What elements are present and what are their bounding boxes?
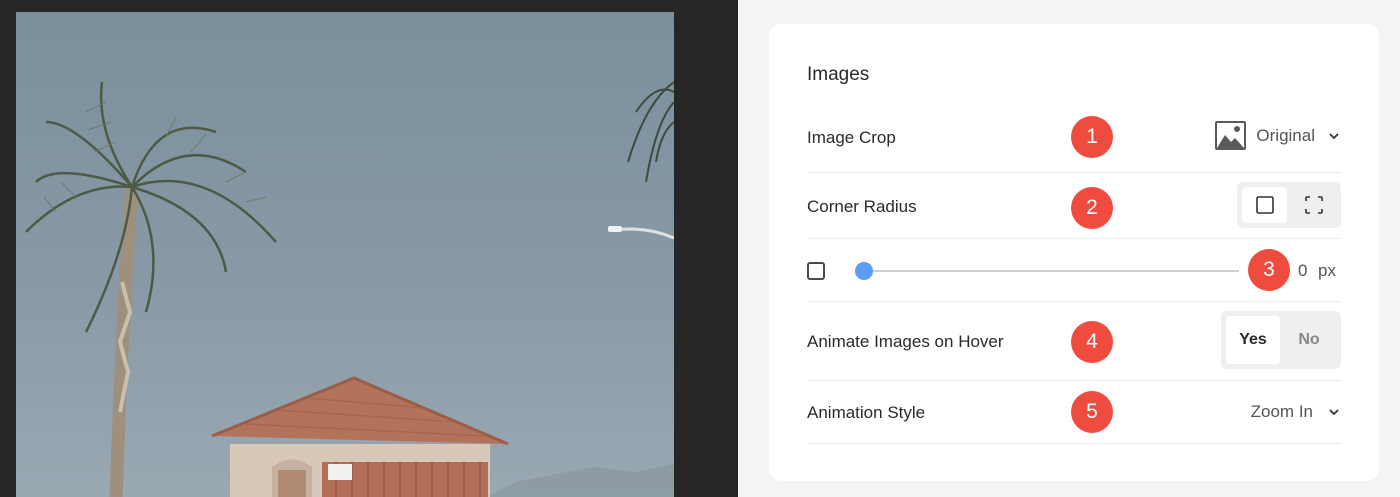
square-corners-button[interactable] — [1242, 187, 1287, 223]
preview-photo — [16, 12, 674, 497]
radius-value[interactable]: 0 — [1298, 261, 1307, 281]
animation-style-value: Zoom In — [1250, 402, 1313, 421]
rounded-corners-icon — [1304, 196, 1323, 214]
animation-style-label: Animation Style — [807, 403, 926, 422]
image-crop-label: Image Crop — [807, 128, 896, 147]
panel-title: Images — [807, 64, 870, 85]
animate-hover-row: Animate Images on Hover 4 Yes No — [807, 302, 1341, 381]
chevron-down-icon — [1329, 132, 1339, 139]
square-corners-icon — [1255, 196, 1274, 214]
callout-badge-3: 3 — [1248, 249, 1290, 291]
corner-radius-slider-row: 3 0 px — [807, 239, 1341, 302]
callout-badge-5: 5 — [1071, 391, 1113, 433]
animation-style-row: Animation Style 5 Zoom In — [807, 381, 1341, 444]
callout-badge-1: 1 — [1071, 116, 1113, 158]
radius-unit: px — [1318, 261, 1336, 280]
images-settings-panel: Images Image Crop 1 Original Corner Radi… — [769, 24, 1379, 481]
radius-slider-track[interactable] — [855, 270, 1239, 272]
callout-badge-2: 2 — [1071, 187, 1113, 229]
radius-slider-thumb[interactable] — [855, 262, 873, 280]
image-crop-value: Original — [1256, 125, 1315, 145]
image-crop-row: Image Crop 1 Original — [807, 108, 1341, 173]
image-icon — [1215, 121, 1247, 150]
image-crop-dropdown[interactable]: Original — [1215, 121, 1341, 150]
callout-badge-4: 4 — [1071, 321, 1113, 363]
animate-hover-toggle: Yes No — [1221, 311, 1341, 369]
corner-radius-row: Corner Radius 2 — [807, 173, 1341, 239]
animation-style-dropdown[interactable]: Zoom In — [1251, 402, 1341, 422]
corner-radius-toggle — [1237, 182, 1341, 228]
animate-hover-label: Animate Images on Hover — [807, 332, 1004, 351]
animate-no-button[interactable]: No — [1282, 316, 1336, 364]
rounded-corners-button[interactable] — [1291, 187, 1336, 223]
preview-canvas — [0, 0, 738, 497]
chevron-down-icon — [1329, 409, 1339, 416]
radius-link-checkbox[interactable] — [807, 262, 825, 280]
corner-radius-label: Corner Radius — [807, 197, 917, 216]
animate-yes-button[interactable]: Yes — [1226, 316, 1280, 364]
